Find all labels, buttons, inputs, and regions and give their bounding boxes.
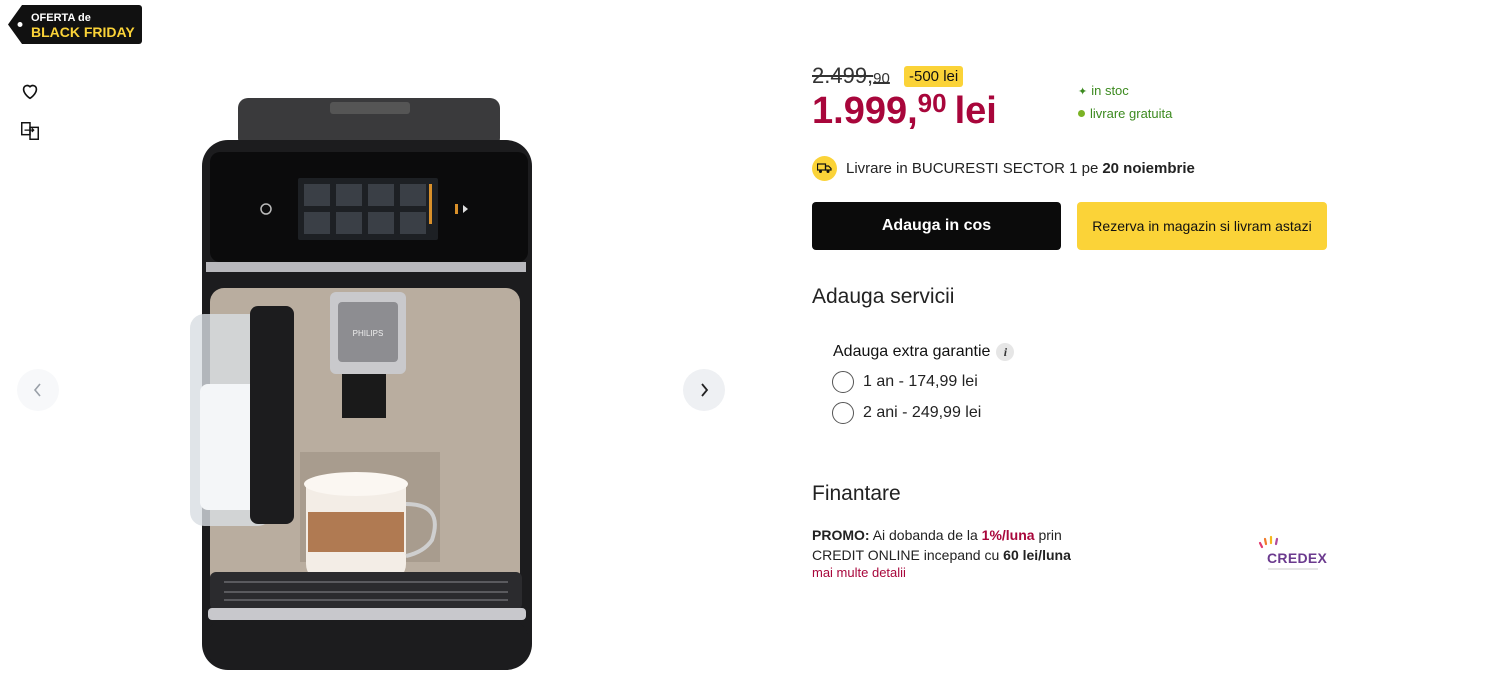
brand-label: PHILIPS <box>353 329 384 338</box>
price-old-int: 2.499, <box>812 63 874 88</box>
radio-button[interactable] <box>832 371 854 393</box>
add-to-cart-button[interactable]: Adauga in cos <box>812 202 1061 250</box>
warranty-option-1[interactable]: 1 an - 174,99 lei <box>832 371 978 393</box>
stock-label: in stoc <box>1091 83 1129 98</box>
stock-status: ✦ in stoc <box>1078 83 1129 98</box>
delivery-label: livrare gratuita <box>1090 106 1173 121</box>
chevron-left-icon <box>33 383 41 397</box>
services-title: Adauga servicii <box>812 285 955 308</box>
shipping-date: 20 noiembrie <box>1102 159 1195 177</box>
info-icon[interactable]: i <box>996 343 1015 361</box>
truck-icon <box>812 155 837 181</box>
promo-text: PROMO: Ai dobanda de la 1%/luna prin CRE… <box>812 525 1071 565</box>
price-currency: lei <box>954 90 997 132</box>
price-old: 2.499,90 <box>812 63 890 89</box>
promo-label: PROMO: <box>812 527 870 543</box>
warranty-option-label: 1 an - 174,99 lei <box>863 373 978 390</box>
price-new-int: 1.999, <box>812 90 918 132</box>
warranty-option-2[interactable]: 2 ani - 249,99 lei <box>832 402 981 424</box>
chevron-right-icon <box>701 383 709 397</box>
product-image: PHILIPS <box>190 98 532 670</box>
badge-line1: OFERTA de <box>31 12 91 24</box>
badge-line2: BLACK FRIDAY <box>31 24 135 40</box>
delivery-dot-icon <box>1078 110 1085 117</box>
reserve-in-store-button[interactable]: Rezerva in magazin si livram astazi <box>1077 202 1327 250</box>
promo-text-1: Ai dobanda de la <box>872 527 978 543</box>
credex-name: CREDEX <box>1267 550 1328 566</box>
free-delivery-status: livrare gratuita <box>1078 106 1172 121</box>
gallery-prev-button[interactable] <box>17 369 59 411</box>
stock-icon: ✦ <box>1078 86 1088 98</box>
more-details-link[interactable]: mai multe detalii <box>812 565 906 580</box>
discount-badge: -500 lei <box>904 66 964 87</box>
promo-rate: 1%/luna <box>981 527 1035 543</box>
promo-text-2: prin <box>1038 527 1062 543</box>
promo-min-payment: 60 lei/luna <box>1003 547 1071 563</box>
heart-icon[interactable] <box>19 80 41 102</box>
black-friday-badge: OFERTA de BLACK FRIDAY <box>8 5 142 44</box>
compare-icon[interactable] <box>19 120 41 142</box>
credex-logo: CREDEX <box>1256 534 1330 572</box>
promo-text-3: CREDIT ONLINE incepand cu <box>812 547 1000 563</box>
finance-title: Finantare <box>812 482 901 505</box>
gallery-next-button[interactable] <box>683 369 725 411</box>
price-current: 1.999,90 lei <box>812 88 997 133</box>
price-new-dec: 90 <box>917 88 947 118</box>
warranty-option-label: 2 ani - 249,99 lei <box>863 404 982 421</box>
radio-button[interactable] <box>832 402 854 424</box>
shipping-text: Livrare in BUCURESTI SECTOR 1 pe <box>846 159 1099 177</box>
warranty-title: Adauga extra garantie i <box>833 343 1015 361</box>
shipping-info: Livrare in BUCURESTI SECTOR 1 pe 20 noie… <box>812 155 1195 181</box>
price-old-dec: 90 <box>873 70 890 87</box>
warranty-label: Adauga extra garantie <box>833 343 991 360</box>
